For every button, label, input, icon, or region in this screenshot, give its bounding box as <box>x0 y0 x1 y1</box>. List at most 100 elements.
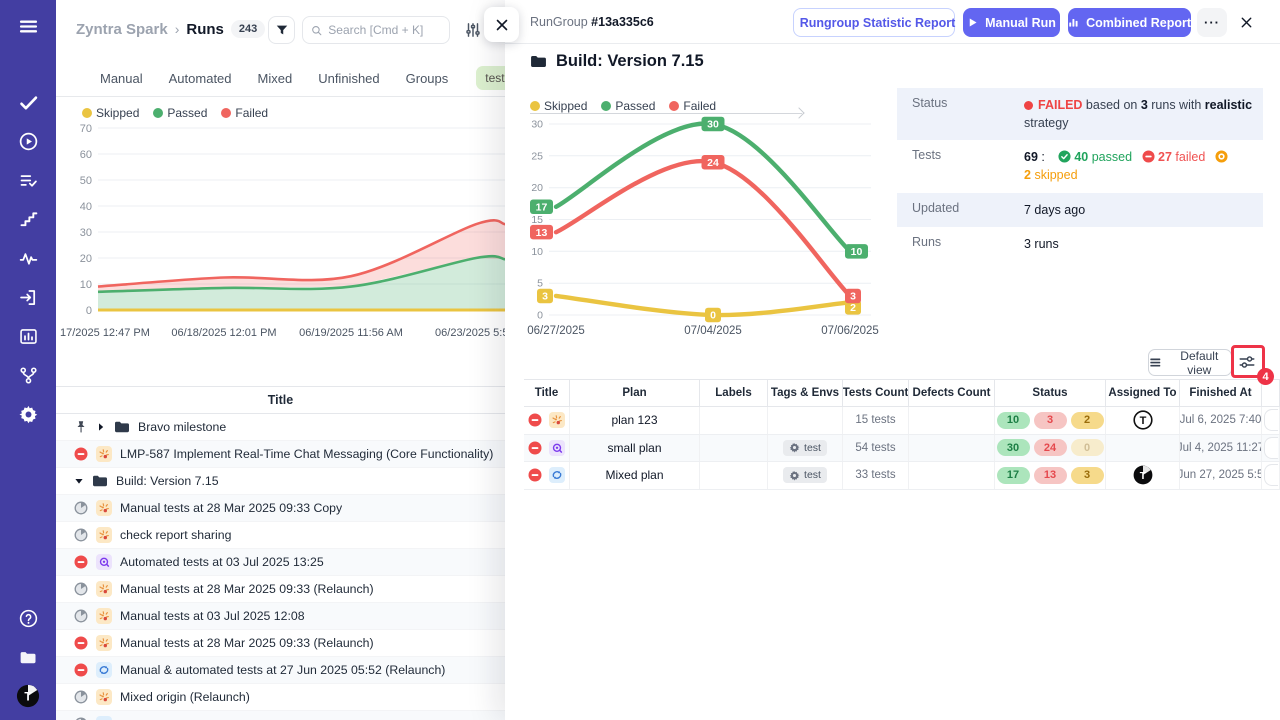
cell: test <box>768 462 843 489</box>
column-header-tests-count[interactable]: Tests Count <box>843 380 909 406</box>
neutral-status-icon <box>74 501 88 515</box>
run-list-item[interactable] <box>56 711 505 720</box>
column-header-assigned-to[interactable]: Assigned To <box>1106 380 1180 406</box>
status-value: FAILED based on 3 runs with realistic st… <box>1024 96 1262 132</box>
rungroup-legend-failed: Failed <box>669 99 716 113</box>
tab-automated[interactable]: Automated <box>169 71 232 86</box>
manual-run-icon <box>96 608 112 624</box>
plan-link[interactable]: plan 123 <box>611 413 657 427</box>
run-title: Build: Version 7.15 <box>116 474 219 488</box>
table-settings-button[interactable] <box>1238 353 1256 371</box>
rungroup-line-chart: 0510152025303021324317301006/27/202507/0… <box>523 94 888 344</box>
sidebar-avatar-button[interactable]: T <box>16 684 40 708</box>
table-row[interactable]: small plantest54 tests30240Jul 4, 2025 1… <box>524 435 1280 463</box>
passed-check-icon <box>1058 150 1071 163</box>
play-icon <box>967 17 978 28</box>
tag-chip[interactable]: test <box>783 467 827 483</box>
run-list-item[interactable]: Manual tests at 03 Jul 2025 12:08 <box>56 603 505 630</box>
sidebar-bar-chart-button[interactable] <box>16 324 40 348</box>
run-list-item[interactable]: Bravo milestone <box>56 414 505 441</box>
svg-text:5: 5 <box>537 278 543 290</box>
column-header-title[interactable]: Title <box>524 380 570 406</box>
search-box[interactable] <box>302 16 450 44</box>
more-actions-button[interactable]: ··· <box>1197 8 1227 37</box>
cell <box>700 462 768 489</box>
failed-pill: 24 <box>1034 439 1067 456</box>
search-input[interactable] <box>328 23 441 37</box>
run-list-item[interactable]: check report sharing <box>56 522 505 549</box>
tests-count: 33 tests <box>855 469 895 481</box>
bar-chart-icon <box>1068 16 1079 29</box>
run-list-item[interactable]: LMP-587 Implement Real-Time Chat Messagi… <box>56 441 505 468</box>
table-row[interactable]: Mixed plantest33 tests17133TJun 27, 2025… <box>524 462 1280 490</box>
mixed-run-icon <box>96 662 112 678</box>
panel-close-button[interactable] <box>1233 8 1259 37</box>
tab-mixed[interactable]: Mixed <box>258 71 293 86</box>
run-list-item[interactable]: Build: Version 7.15 <box>56 468 505 495</box>
menu-icon <box>18 16 39 37</box>
plan-link[interactable]: small plan <box>607 441 661 455</box>
status-badge: FAILED <box>1038 98 1082 112</box>
table-row[interactable]: plan 12315 tests1032TJul 6, 2025 7:40 <box>524 407 1280 435</box>
caret-down-icon <box>74 476 84 486</box>
failed-dot-icon <box>1024 101 1033 110</box>
filter-button[interactable] <box>268 16 295 44</box>
tab-groups[interactable]: Groups <box>406 71 449 86</box>
sidebar-list-check-button[interactable] <box>16 168 40 192</box>
column-header-plan[interactable]: Plan <box>570 380 700 406</box>
sidebar-steps-button[interactable] <box>16 207 40 231</box>
sidebar-branch-button[interactable] <box>16 363 40 387</box>
rungroup-title: Build: Version 7.15 <box>530 52 704 71</box>
combined-report-button[interactable]: Combined Report <box>1068 8 1191 37</box>
run-list-item[interactable]: Automated tests at 03 Jul 2025 13:25 <box>56 549 505 576</box>
sidebar-check-button[interactable] <box>16 90 40 114</box>
runs-chart-legend: SkippedPassedFailed <box>82 106 268 120</box>
default-view-button[interactable]: Default view <box>1148 349 1232 376</box>
tab-manual[interactable]: Manual <box>100 71 143 86</box>
sidebar-folders-button[interactable] <box>16 645 40 669</box>
run-list-item[interactable]: Manual tests at 28 Mar 2025 09:33 (Relau… <box>56 630 505 657</box>
rungroup-statistic-report-button[interactable]: Rungroup Statistic Report <box>793 8 955 37</box>
plan-link[interactable]: Mixed plan <box>605 468 663 482</box>
run-list-item[interactable]: Mixed origin (Relaunch) <box>56 684 505 711</box>
run-title: Manual tests at 28 Mar 2025 09:33 Copy <box>120 501 342 515</box>
manual-run-button[interactable]: Manual Run <box>963 8 1060 37</box>
rungroup-legend-skipped: Skipped <box>530 99 587 113</box>
sidebar-play-circle-button[interactable] <box>16 129 40 153</box>
run-list-item[interactable]: Manual & automated tests at 27 Jun 2025 … <box>56 657 505 684</box>
column-header-status[interactable]: Status <box>995 380 1106 406</box>
rungroup-panel: RunGroup #13a335c6 Rungroup Statistic Re… <box>505 0 1280 720</box>
run-list-item[interactable]: Manual tests at 28 Mar 2025 09:33 Copy <box>56 495 505 522</box>
status-pills: 17133 <box>997 467 1104 484</box>
column-settings-button[interactable] <box>464 21 482 39</box>
sidebar-menu-button[interactable] <box>16 14 40 38</box>
column-header-defects-count[interactable]: Defects Count <box>909 380 995 406</box>
default-view-label: Default view <box>1168 349 1231 377</box>
svg-text:07/06/2025: 07/06/2025 <box>821 325 879 337</box>
sidebar-help-button[interactable] <box>16 606 40 630</box>
manual-run-icon <box>96 446 112 462</box>
column-header-finished-at[interactable]: Finished At <box>1180 380 1262 406</box>
horizontal-sliders-icon <box>1238 353 1256 371</box>
rungroup-chart-legend: SkippedPassedFailed <box>530 99 716 113</box>
column-header-tags-envs[interactable]: Tags & Envs <box>768 380 843 406</box>
cell: 17133 <box>995 462 1106 489</box>
failed-status-icon <box>528 468 542 482</box>
sidebar-gear-button[interactable] <box>16 402 40 426</box>
column-header-labels[interactable]: Labels <box>700 380 768 406</box>
svg-text:0: 0 <box>537 310 543 322</box>
workflow-tag-pill[interactable]: test work <box>476 66 505 90</box>
breadcrumb-project[interactable]: Zyntra Spark <box>76 21 168 38</box>
drawer-close-button[interactable] <box>484 7 519 42</box>
tab-unfinished[interactable]: Unfinished <box>318 71 379 86</box>
sidebar-activity-button[interactable] <box>16 246 40 270</box>
cell <box>909 407 995 434</box>
cell <box>1262 462 1280 489</box>
run-list-item[interactable]: Manual tests at 28 Mar 2025 09:33 (Relau… <box>56 576 505 603</box>
activity-icon <box>18 248 39 269</box>
manual-run-icon <box>96 527 112 543</box>
tag-chip[interactable]: test <box>783 440 827 456</box>
status-label: Status <box>912 96 1024 132</box>
updated-value: 7 days ago <box>1024 201 1262 219</box>
sidebar-sign-in-button[interactable] <box>16 285 40 309</box>
